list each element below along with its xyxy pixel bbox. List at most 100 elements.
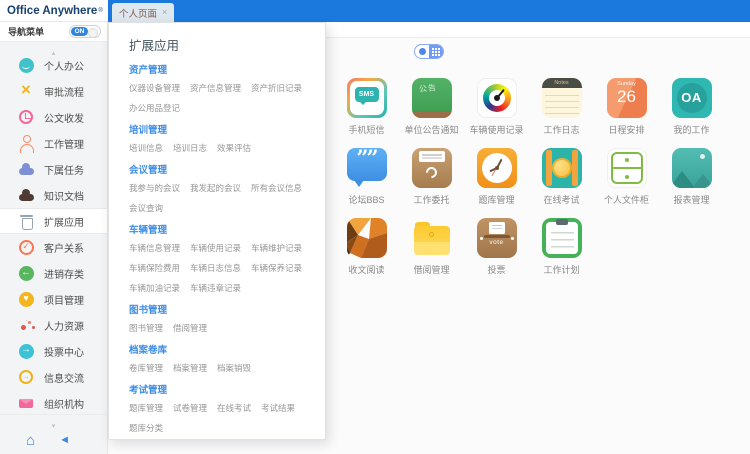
extended-apps-flyout: 扩展应用 资产管理 仪器设备管理 资产信息管理 资产折旧记录 办公用品登记 培训管理 … — [108, 22, 326, 440]
sidebar-footer-collapse-handle[interactable] — [0, 414, 107, 426]
app-label: 题库管理 — [478, 195, 515, 205]
app-label: 在线考试 — [543, 195, 580, 205]
sidebar-item-label: 投票中心 — [44, 347, 84, 359]
flyout-app-link[interactable]: 试卷管理 — [173, 402, 207, 414]
flyout-app-link[interactable]: 借阅管理 — [173, 322, 207, 334]
flyout-app-link[interactable]: 效果评估 — [217, 142, 251, 154]
app-exam-coin[interactable]: 在线考试 — [529, 142, 594, 212]
back-icon[interactable] — [59, 435, 70, 446]
app-notes[interactable]: Notes 工作日志 — [529, 72, 594, 142]
project-manage-icon — [17, 290, 35, 308]
sidebar-item-label: 组织机构 — [44, 399, 84, 411]
work-manage-icon — [17, 134, 35, 153]
tab-close-icon[interactable]: × — [162, 8, 167, 17]
calendar-icon: Sunday 26 — [606, 78, 647, 118]
app-label: 收文阅读 — [348, 265, 385, 275]
app-folder[interactable]: 借阅管理 — [399, 212, 464, 282]
flyout-app-link[interactable]: 车辆日志信息 — [190, 262, 241, 274]
flyout-app-link[interactable]: 题库管理 — [129, 402, 163, 414]
flyout-section: 考试管理 题库管理 试卷管理 在线考试 考试结果题库分类 — [129, 382, 319, 434]
flyout-app-link[interactable]: 卷库管理 — [129, 362, 163, 374]
clock-icon — [476, 148, 517, 188]
app-clock[interactable]: 题库管理 — [464, 142, 529, 212]
flyout-app-link[interactable]: 档案销毁 — [217, 362, 251, 374]
customer-relation-icon — [17, 238, 35, 256]
delegate-icon — [411, 148, 452, 188]
app-report-image[interactable]: 报表管理 — [659, 142, 724, 212]
sidebar-item-org-structure[interactable]: 组织机构 — [0, 390, 107, 416]
sidebar-collapse-handle[interactable] — [0, 42, 107, 52]
flyout-section: 档案卷库 卷库管理 档案管理 档案销毁 — [129, 342, 319, 374]
home-icon[interactable] — [26, 433, 35, 448]
tab-personal-page[interactable]: 个人页面 × — [112, 3, 175, 22]
flyout-app-link[interactable]: 在线考试 — [217, 402, 251, 414]
sidebar-item-vote-center[interactable]: 投票中心 — [0, 338, 107, 364]
flyout-app-link[interactable]: 仪器设备管理 — [129, 82, 180, 94]
flyout-app-link[interactable]: 资产折旧记录 — [251, 82, 302, 94]
sidebar-item-extended-app[interactable]: 扩展应用 — [0, 208, 107, 234]
sidebar-item-knowledge-doc[interactable]: 知识文档 — [0, 182, 107, 208]
approval-flow-icon — [17, 82, 35, 100]
flyout-app-link[interactable]: 车辆违章记录 — [190, 282, 241, 294]
sidebar-footer — [0, 426, 107, 454]
flyout-app-link[interactable]: 图书管理 — [129, 322, 163, 334]
flyout-app-link[interactable]: 题库分类 — [129, 422, 163, 434]
app-clipboard[interactable]: 工作计划 — [529, 212, 594, 282]
flyout-app-link[interactable]: 培训日志 — [173, 142, 207, 154]
app-cabinet[interactable]: 个人文件柜 — [594, 142, 659, 212]
flyout-app-link[interactable]: 办公用品登记 — [129, 102, 180, 114]
app-ballot[interactable]: vote 投票 — [464, 212, 529, 282]
org-structure-icon — [17, 394, 35, 412]
sidebar-item-subordinate-task[interactable]: 下属任务 — [0, 156, 107, 182]
toggle-on-label: ON — [71, 27, 88, 36]
app-sms[interactable]: SMS 手机短信 — [334, 72, 399, 142]
flyout-section-header: 考试管理 — [129, 385, 168, 396]
flyout-app-link[interactable]: 车辆加油记录 — [129, 282, 180, 294]
flyout-section: 培训管理 培训信息 培训日志 效果评估 — [129, 122, 319, 154]
app-delegate[interactable]: 工作委托 — [399, 142, 464, 212]
app-announcement[interactable]: 公告 单位公告通知 — [399, 72, 464, 142]
view-toggle-grid[interactable] — [429, 45, 443, 58]
app-vehicle-gauge[interactable]: 车辆使用记录 — [464, 72, 529, 142]
flyout-sections: 资产管理 仪器设备管理 资产信息管理 资产折旧记录 办公用品登记 培训管理 培训信息培… — [129, 62, 321, 439]
flyout-app-link[interactable]: 车辆保养记录 — [251, 262, 302, 274]
flyout-app-link[interactable]: 车辆信息管理 — [129, 242, 180, 254]
nav-menu-toggle[interactable]: ON — [69, 25, 101, 38]
flyout-app-link[interactable]: 车辆维护记录 — [251, 242, 302, 254]
sidebar-item-customer-relation[interactable]: 客户关系 — [0, 234, 107, 260]
sidebar-item-document-exchange[interactable]: 公文收发 — [0, 104, 107, 130]
flyout-section-items: 卷库管理 档案管理 档案销毁 — [129, 362, 321, 374]
app-label: 个人文件柜 — [603, 195, 649, 205]
flyout-app-link[interactable]: 培训信息 — [129, 142, 163, 154]
flyout-app-link[interactable]: 我发起的会议 — [190, 182, 241, 194]
flyout-app-link[interactable]: 档案管理 — [173, 362, 207, 374]
sidebar-item-label: 进销存类 — [44, 269, 84, 281]
nav-menu-label: 导航菜单 — [8, 27, 45, 37]
app-oa-badge[interactable]: OA 我的工作 — [659, 72, 724, 142]
sidebar-item-hr[interactable]: 人力资源 — [0, 312, 107, 338]
flyout-app-link[interactable]: 所有会议信息 — [251, 182, 302, 194]
view-toggle-circle[interactable] — [415, 45, 429, 58]
cabinet-icon — [606, 148, 647, 188]
flyout-app-link[interactable]: 资产信息管理 — [190, 82, 241, 94]
app-label: 工作委托 — [413, 195, 450, 205]
flyout-section-header: 图书管理 — [129, 305, 168, 316]
sidebar-item-project-manage[interactable]: 项目管理 — [0, 286, 107, 312]
app-facet-doc[interactable]: 收文阅读 — [334, 212, 399, 282]
flyout-app-link[interactable]: 车辆保险费用 — [129, 262, 180, 274]
flyout-app-link[interactable]: 我参与的会议 — [129, 182, 180, 194]
flyout-section-items: 仪器设备管理 资产信息管理 资产折旧记录办公用品登记 — [129, 82, 321, 114]
facet-doc-icon — [346, 218, 387, 258]
sidebar-item-info-exchange[interactable]: 信息交流 — [0, 364, 107, 390]
sidebar-item-inventory[interactable]: 进销存类 — [0, 260, 107, 286]
flyout-app-link[interactable]: 会议查询 — [129, 202, 163, 214]
app-label: 车辆使用记录 — [469, 125, 524, 135]
sidebar-item-approval-flow[interactable]: 审批流程 — [0, 78, 107, 104]
app-logo: Office Anywhere ® — [0, 0, 108, 22]
flyout-app-link[interactable]: 车辆使用记录 — [190, 242, 241, 254]
sidebar-item-work-manage[interactable]: 工作管理 — [0, 130, 107, 156]
app-forum[interactable]: 论坛BBS — [334, 142, 399, 212]
flyout-app-link[interactable]: 考试结果 — [261, 402, 295, 414]
app-label: 借阅管理 — [413, 265, 450, 275]
app-calendar[interactable]: Sunday 26 日程安排 — [594, 72, 659, 142]
